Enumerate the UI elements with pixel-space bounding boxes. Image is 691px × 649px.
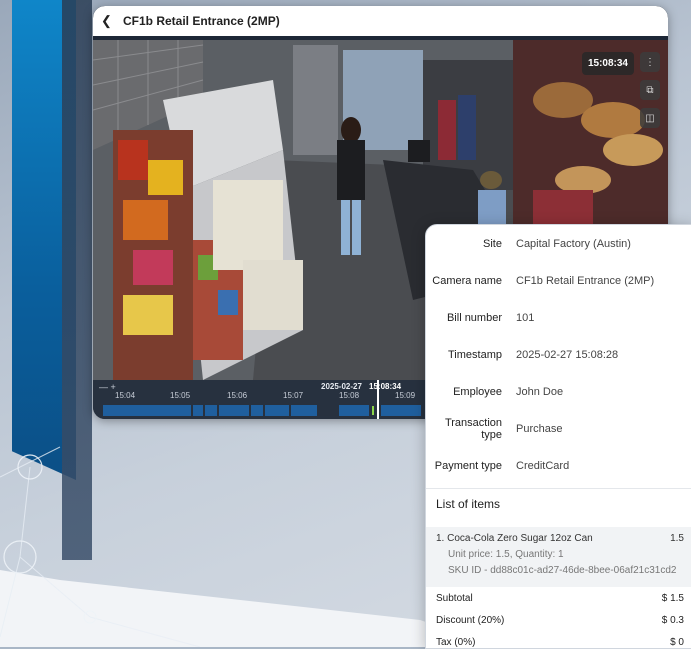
tax-value: $ 0 [670,636,684,648]
detail-label: Site [483,237,502,250]
detail-value: John Doe [516,385,564,398]
recording-segment[interactable] [381,405,421,416]
item-unit-price: Unit price: 1.5, Quantity: 1 [448,549,564,560]
recording-segment[interactable] [205,405,217,416]
recording-segment[interactable] [193,405,203,416]
detail-row-payment-type: Payment type CreditCard [426,447,691,484]
subtotal-label: Subtotal [436,592,473,604]
recording-segment[interactable] [265,405,289,416]
detail-row-bill: Bill number 101 [426,299,691,336]
item-name: 1. Coca-Cola Zero Sugar 12oz Can [436,533,593,544]
detail-row-transaction-type: Transaction type Purchase [426,410,691,447]
subtotal-value: $ 1.5 [661,592,684,604]
detail-row-site: Site Capital Factory (Austin) [426,225,691,262]
detail-value: Purchase [516,422,563,435]
timeline-tick: 15:06 [227,391,248,400]
camera-header: ❮ CF1b Retail Entrance (2MP) [93,6,668,36]
timeline-tick: 15:05 [170,391,191,400]
external-link-icon[interactable]: ⧉ [640,80,660,100]
tax-label: Tax (0%) [436,636,476,648]
timeline-current-time: 15:08:34 [369,382,402,391]
timeline-tick: 15:09 [395,391,416,400]
timeline-zoom-controls[interactable]: — + [99,382,116,392]
detail-row-employee: Employee John Doe [426,373,691,410]
recording-segment[interactable] [219,405,249,416]
detail-label: Employee [453,385,502,398]
detail-label: Transaction type [444,416,502,441]
camera-title: CF1b Retail Entrance (2MP) [123,14,280,28]
detail-row-timestamp: Timestamp 2025-02-27 15:08:28 [426,336,691,373]
detail-value: CF1b Retail Entrance (2MP) [516,274,655,287]
detail-value: 101 [516,311,535,324]
detail-value: CreditCard [516,459,570,472]
timeline-tick: 15:08 [339,391,360,400]
detail-label: Camera name [432,274,502,287]
detail-label: Payment type [434,459,502,472]
recording-segment[interactable] [291,405,317,416]
more-vertical-icon[interactable]: ⋮ [640,52,660,72]
subtotal-row: Subtotal $ 1.5 [426,587,691,609]
item-sku: SKU ID - dd88c01c-ad27-46de-8bee-06af21c… [448,565,677,576]
detail-label: Bill number [446,311,502,324]
layout-icon[interactable]: ◫ [640,108,660,128]
event-marker[interactable] [372,406,374,415]
tax-row: Tax (0%) $ 0 [426,631,691,648]
detail-value: Capital Factory (Austin) [516,237,631,250]
network-decor [0,446,201,647]
timeline-tick: 15:07 [283,391,304,400]
playhead[interactable] [377,380,379,419]
discount-label: Discount (20%) [436,614,505,626]
detail-value: 2025-02-27 15:08:28 [516,348,619,361]
list-item: 1. Coca-Cola Zero Sugar 12oz Can 1.5 Uni… [426,527,691,587]
recording-segment[interactable] [251,405,263,416]
detail-row-camera: Camera name CF1b Retail Entrance (2MP) [426,262,691,299]
timeline-date: 2025-02-27 [321,382,362,391]
chevron-left-icon[interactable]: ❮ [101,13,117,29]
item-amount: 1.5 [670,533,684,544]
discount-value: $ 0.3 [661,614,684,626]
transaction-details-panel: Site Capital Factory (Austin) Camera nam… [425,224,691,649]
live-time-badge: 15:08:34 [581,52,634,75]
recording-segment[interactable] [339,405,369,416]
discount-row: Discount (20%) $ 0.3 [426,609,691,631]
recording-segment[interactable] [103,405,191,416]
items-title: List of items [436,497,501,511]
timeline-tick: 15:04 [115,391,136,400]
detail-label: Timestamp [448,348,502,361]
